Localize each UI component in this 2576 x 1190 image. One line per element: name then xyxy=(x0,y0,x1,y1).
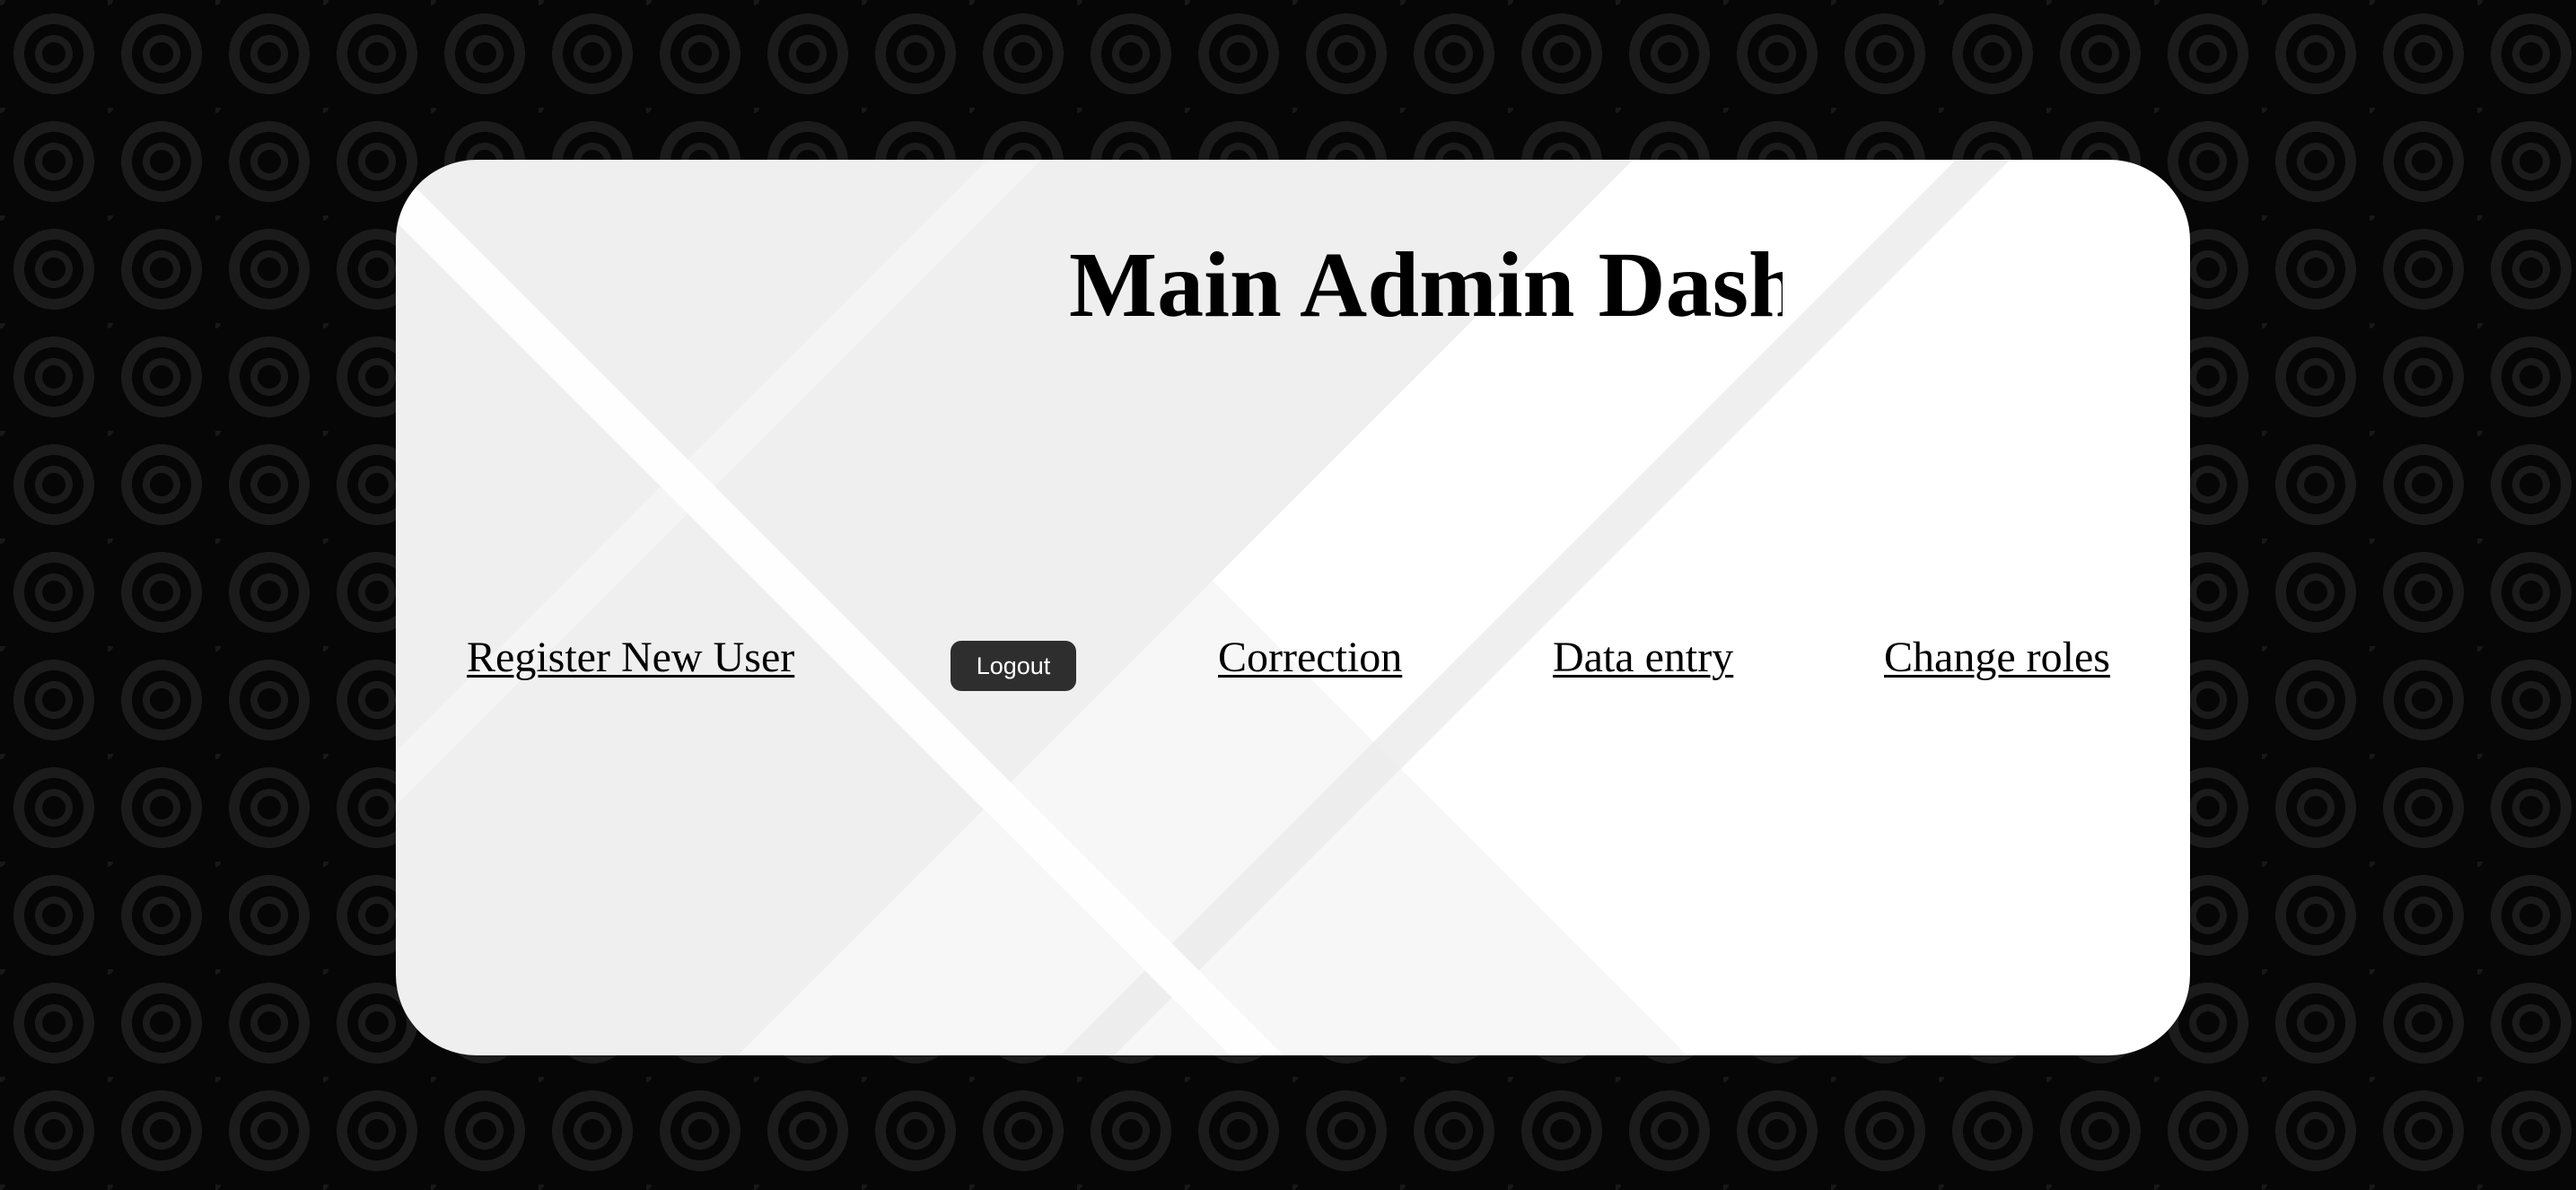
page-title: Main Admin Dashboard xyxy=(1069,233,1783,337)
correction-link[interactable]: Correction xyxy=(1218,636,1402,679)
data-entry-link[interactable]: Data entry xyxy=(1553,636,1733,679)
title-container: Main Admin Dashboard xyxy=(396,160,1783,429)
dashboard-card: Main Admin Dashboard Register New User L… xyxy=(396,160,2190,1055)
change-roles-link[interactable]: Change roles xyxy=(1884,636,2110,679)
logout-button[interactable]: Logout xyxy=(951,641,1076,691)
register-new-user-link[interactable]: Register New User xyxy=(467,636,794,679)
